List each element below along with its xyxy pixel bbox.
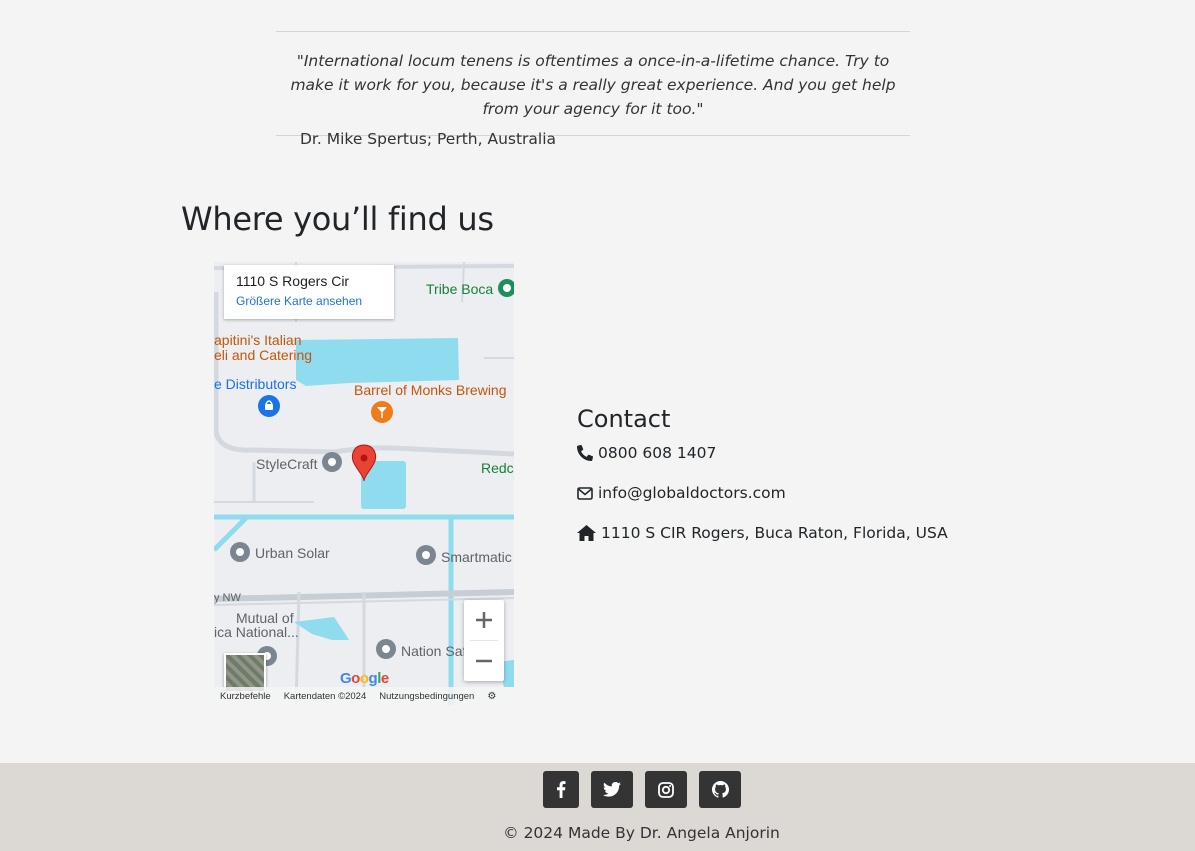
testimonial-quote: "International locum tenens is oftentime… xyxy=(290,52,896,118)
contact-address: 1110 S CIR Rogers, Buca Raton, Florida, … xyxy=(577,523,948,543)
twitter-icon xyxy=(603,782,621,797)
pin-barrel-of-monks[interactable] xyxy=(371,401,393,423)
contact-section: Contact 0800 608 1407 info@globaldoctors… xyxy=(577,405,948,563)
home-icon xyxy=(577,525,596,541)
twitter-button[interactable] xyxy=(591,771,633,808)
zoom-out-button[interactable] xyxy=(464,641,504,681)
poi-barrel-of-monks[interactable]: Barrel of Monks Brewing xyxy=(354,382,507,398)
contact-email[interactable]: info@globaldoctors.com xyxy=(577,483,948,503)
facebook-icon xyxy=(557,781,566,798)
testimonial-author: Dr. Mike Spertus; Perth, Australia xyxy=(300,130,557,148)
pin-nation-safe[interactable] xyxy=(376,639,396,659)
map-place-card: 1110 S Rogers Cir Größere Karte ansehen xyxy=(224,265,394,319)
google-logo: Google xyxy=(340,670,389,687)
zoom-in-button[interactable] xyxy=(464,600,504,640)
larger-map-link[interactable]: Größere Karte ansehen xyxy=(236,294,382,308)
address-text: 1110 S CIR Rogers, Buca Raton, Florida, … xyxy=(601,524,948,542)
phone-number: 0800 608 1407 xyxy=(598,444,717,462)
social-links xyxy=(543,771,741,808)
contact-phone[interactable]: 0800 608 1407 xyxy=(577,443,948,463)
site-footer: © 2024 Made By Dr. Angela Anjorin xyxy=(0,763,1195,851)
poi-redco[interactable]: Redco xyxy=(481,460,514,476)
github-icon xyxy=(711,781,729,798)
pin-urban-solar[interactable] xyxy=(230,542,250,562)
poi-nation-safe[interactable]: Nation Saf xyxy=(401,643,466,659)
minus-icon xyxy=(476,659,492,663)
pin-distributors[interactable] xyxy=(258,395,280,417)
pin-stylecraft[interactable] xyxy=(322,452,342,472)
map-footer: Kurzbefehle Kartendaten ©2024 Nutzungsbe… xyxy=(214,687,514,705)
instagram-icon xyxy=(658,781,674,798)
poi-capitinis-line2[interactable]: eli and Catering xyxy=(214,347,312,363)
testimonial: "International locum tenens is oftentime… xyxy=(276,31,910,136)
keyboard-shortcuts-link[interactable]: Kurzbefehle xyxy=(220,691,271,702)
poi-capitinis-line1[interactable]: apitini's Italian xyxy=(214,332,302,348)
poi-stylecraft[interactable]: StyleCraft xyxy=(256,456,317,472)
report-error-icon[interactable]: ⚙ xyxy=(487,691,496,702)
plus-icon xyxy=(476,612,492,628)
envelope-icon xyxy=(577,486,593,500)
pin-smartmatic[interactable] xyxy=(416,545,436,565)
poi-tribe-boca[interactable]: Tribe Boca xyxy=(426,281,493,297)
location-title: Where you’ll find us xyxy=(181,200,494,238)
github-button[interactable] xyxy=(699,771,741,808)
phone-icon xyxy=(577,445,593,461)
poi-distributors[interactable]: e Distributors xyxy=(214,376,296,392)
poi-urban-solar[interactable]: Urban Solar xyxy=(255,545,330,561)
copyright-text: © 2024 Made By Dr. Angela Anjorin xyxy=(503,824,780,842)
terms-link[interactable]: Nutzungsbedingungen xyxy=(379,691,474,702)
instagram-button[interactable] xyxy=(645,771,687,808)
map-data-label: Kartendaten ©2024 xyxy=(283,690,367,702)
road-label-nw: y NW xyxy=(214,592,241,604)
map-place-title: 1110 S Rogers Cir xyxy=(236,273,350,289)
contact-title: Contact xyxy=(577,405,671,433)
embedded-map[interactable]: 1110 S Rogers Cir Größere Karte ansehen … xyxy=(214,262,514,705)
email-address: info@globaldoctors.com xyxy=(598,484,786,502)
zoom-control xyxy=(464,600,504,681)
poi-mutual-line2[interactable]: ica National... xyxy=(214,624,299,640)
poi-smartmatic[interactable]: Smartmatic xyxy=(441,549,512,565)
facebook-button[interactable] xyxy=(543,771,579,808)
